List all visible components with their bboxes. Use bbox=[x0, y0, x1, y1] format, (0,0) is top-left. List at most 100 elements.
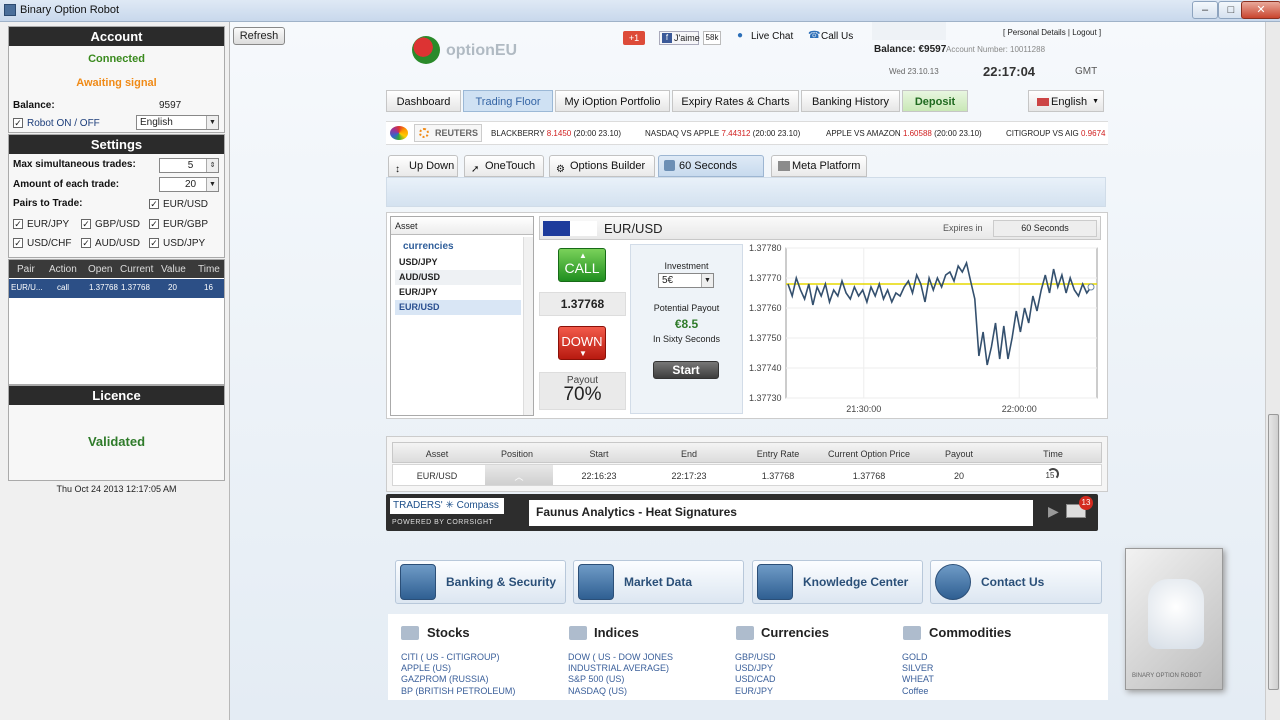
cell-pair: EUR/U... bbox=[11, 283, 43, 292]
window-scrollbar[interactable] bbox=[1265, 22, 1280, 720]
call-us-link[interactable]: Call Us bbox=[821, 31, 853, 42]
position-direction-icon: ︿ bbox=[485, 465, 553, 485]
asset-list-scrollbar[interactable] bbox=[523, 237, 533, 415]
amount-select[interactable]: 20 ▼ bbox=[159, 177, 219, 192]
stepper-arrows-icon[interactable]: ⇕ bbox=[206, 159, 218, 172]
asset-item[interactable]: EUR/JPY bbox=[395, 285, 521, 300]
call-button[interactable]: CALL ▲ bbox=[558, 248, 606, 282]
logout-link[interactable]: Logout bbox=[1072, 28, 1096, 37]
fb-like-button[interactable]: f J'aime bbox=[659, 31, 700, 45]
asset-group[interactable]: currencies bbox=[403, 241, 454, 252]
ticker-item[interactable]: APPLE VS AMAZON 1.60588 (20:00 23.10) bbox=[826, 129, 982, 138]
put-button[interactable]: DOWN ▼ bbox=[558, 326, 606, 360]
market-link[interactable]: SILVER bbox=[902, 663, 933, 673]
market-link[interactable]: S&P 500 (US) bbox=[568, 674, 624, 684]
play-icon[interactable]: ▶ bbox=[1048, 503, 1059, 520]
refresh-button[interactable]: Refresh bbox=[233, 27, 285, 45]
tab-expiry-rates[interactable]: Expiry Rates & Charts bbox=[672, 90, 799, 112]
subtab-onetouch[interactable]: ➚ OneTouch bbox=[464, 155, 544, 177]
y-tick-label: 1.37750 bbox=[749, 333, 782, 343]
pair-checkbox-eurusd[interactable]: ✓ bbox=[149, 199, 159, 209]
asset-list: Asset currencies USD/JPY AUD/USD EUR/JPY… bbox=[390, 216, 534, 416]
mail-count-badge: 13 bbox=[1079, 496, 1093, 510]
asset-item[interactable]: USD/JPY bbox=[395, 255, 521, 270]
asset-list-header: Asset bbox=[391, 217, 533, 235]
tab-banking-history[interactable]: Banking History bbox=[801, 90, 900, 112]
chat-icon: ● bbox=[737, 30, 744, 41]
market-link[interactable]: USD/JPY bbox=[735, 663, 773, 673]
market-link[interactable]: DOW ( US - DOW JONES bbox=[568, 652, 673, 662]
market-link[interactable]: INDUSTRIAL AVERAGE) bbox=[568, 663, 669, 673]
tab-trading-floor[interactable]: Trading Floor bbox=[463, 90, 553, 112]
banking-security-button[interactable]: Banking & Security bbox=[395, 560, 566, 604]
market-link[interactable]: GOLD bbox=[902, 652, 928, 662]
market-link[interactable]: Coffee bbox=[902, 686, 928, 696]
column-header: Action bbox=[49, 264, 77, 275]
table-row[interactable]: EUR/USD ︿ 22:16:23 22:17:23 1.37768 1.37… bbox=[392, 464, 1102, 486]
tab-portfolio[interactable]: My iOption Portfolio bbox=[555, 90, 670, 112]
robot-toggle-checkbox[interactable]: ✓ bbox=[13, 118, 23, 128]
robot-toggle-label[interactable]: Robot ON / OFF bbox=[27, 118, 100, 129]
start-button[interactable]: Start bbox=[653, 361, 719, 379]
market-link[interactable]: GAZPROM (RUSSIA) bbox=[401, 674, 489, 684]
subtab-60-seconds[interactable]: 60 Seconds bbox=[658, 155, 764, 177]
ticker-item[interactable]: CITIGROUP VS AIG 0.96742 bbox=[1006, 129, 1106, 138]
arrow-up-icon: ▲ bbox=[579, 251, 587, 260]
table-row[interactable]: EUR/U... call 1.37768 1.37768 20 16 bbox=[9, 279, 224, 298]
licence-header: Licence bbox=[9, 386, 224, 405]
tab-dashboard[interactable]: Dashboard bbox=[386, 90, 461, 112]
x-tick-label: 22:00:00 bbox=[1002, 404, 1037, 414]
market-link[interactable]: APPLE (US) bbox=[401, 663, 451, 673]
knowledge-center-button[interactable]: Knowledge Center bbox=[752, 560, 923, 604]
site-logo[interactable]: optionEU bbox=[406, 32, 556, 70]
market-link[interactable]: NASDAQ (US) bbox=[568, 686, 627, 696]
asset-item[interactable]: AUD/USD bbox=[395, 270, 521, 285]
investment-select[interactable]: 5€ ▼ bbox=[658, 273, 714, 288]
market-link[interactable]: USD/CAD bbox=[735, 674, 776, 684]
contact-us-button[interactable]: Contact Us bbox=[930, 560, 1102, 604]
reuters-icon bbox=[419, 128, 429, 138]
minimize-button[interactable]: – bbox=[1192, 1, 1218, 19]
chevron-down-icon: ▼ bbox=[701, 274, 713, 287]
settings-box: Settings Max simultaneous trades: 5 ⇕ Amo… bbox=[8, 134, 225, 258]
licence-box: Licence Validated bbox=[8, 385, 225, 481]
market-link[interactable]: EUR/JPY bbox=[735, 686, 773, 696]
market-link[interactable]: WHEAT bbox=[902, 674, 934, 684]
flag-uk-icon bbox=[1037, 98, 1049, 106]
pair-checkbox-usdjpy[interactable]: ✓ bbox=[149, 238, 159, 248]
market-link[interactable]: GBP/USD bbox=[735, 652, 776, 662]
cell-time: 16 bbox=[204, 283, 213, 292]
pair-checkbox-eurjpy[interactable]: ✓ bbox=[13, 219, 23, 229]
cell-open: 1.37768 bbox=[89, 283, 118, 292]
market-link[interactable]: CITI ( US - CITIGROUP) bbox=[401, 652, 500, 662]
live-chat-link[interactable]: Live Chat bbox=[751, 31, 793, 42]
x-tick-label: 21:30:00 bbox=[846, 404, 881, 414]
cell-action: call bbox=[57, 283, 70, 292]
markets-indices-title: Indices bbox=[594, 625, 639, 640]
site-language-select[interactable]: English ▼ bbox=[1028, 90, 1104, 112]
pair-checkbox-gbpusd[interactable]: ✓ bbox=[81, 219, 91, 229]
subtab-options-builder[interactable]: ⚙ Options Builder bbox=[549, 155, 655, 177]
pair-checkbox-usdchf[interactable]: ✓ bbox=[13, 238, 23, 248]
subtab-meta-platform[interactable]: Meta Platform bbox=[771, 155, 867, 177]
position-current-price: 1.37768 bbox=[852, 471, 886, 481]
close-button[interactable]: ✕ bbox=[1241, 1, 1280, 19]
ticker-item[interactable]: BLACKBERRY 8.1450 (20:00 23.10) bbox=[491, 129, 621, 138]
account-box: Account Connected Awaiting signal Balanc… bbox=[8, 26, 225, 133]
news-headline[interactable]: Faunus Analytics - Heat Signatures bbox=[529, 500, 1033, 526]
ticker-item[interactable]: NASDAQ VS APPLE 7.44312 (20:00 23.10) bbox=[645, 129, 800, 138]
gplus-button[interactable]: +1 bbox=[623, 31, 645, 45]
pair-checkbox-eurgbp[interactable]: ✓ bbox=[149, 219, 159, 229]
scrollbar-thumb[interactable] bbox=[1268, 414, 1279, 690]
market-link[interactable]: BP (BRITISH PETROLEUM) bbox=[401, 686, 515, 696]
market-data-button[interactable]: Market Data bbox=[573, 560, 744, 604]
max-trades-stepper[interactable]: 5 ⇕ bbox=[159, 158, 219, 173]
tab-deposit[interactable]: Deposit bbox=[902, 90, 968, 112]
investment-panel: Investment 5€ ▼ Potential Payout €8.5 In … bbox=[630, 244, 743, 414]
subtab-up-down[interactable]: ↕ Up Down bbox=[388, 155, 458, 177]
personal-details-link[interactable]: [ Personal Details | Logout ] bbox=[1003, 28, 1101, 37]
site-language-value: English bbox=[1051, 96, 1088, 108]
language-select[interactable]: English ▼ bbox=[136, 115, 219, 130]
asset-item-selected[interactable]: EUR/USD bbox=[395, 300, 521, 315]
pair-checkbox-audusd[interactable]: ✓ bbox=[81, 238, 91, 248]
